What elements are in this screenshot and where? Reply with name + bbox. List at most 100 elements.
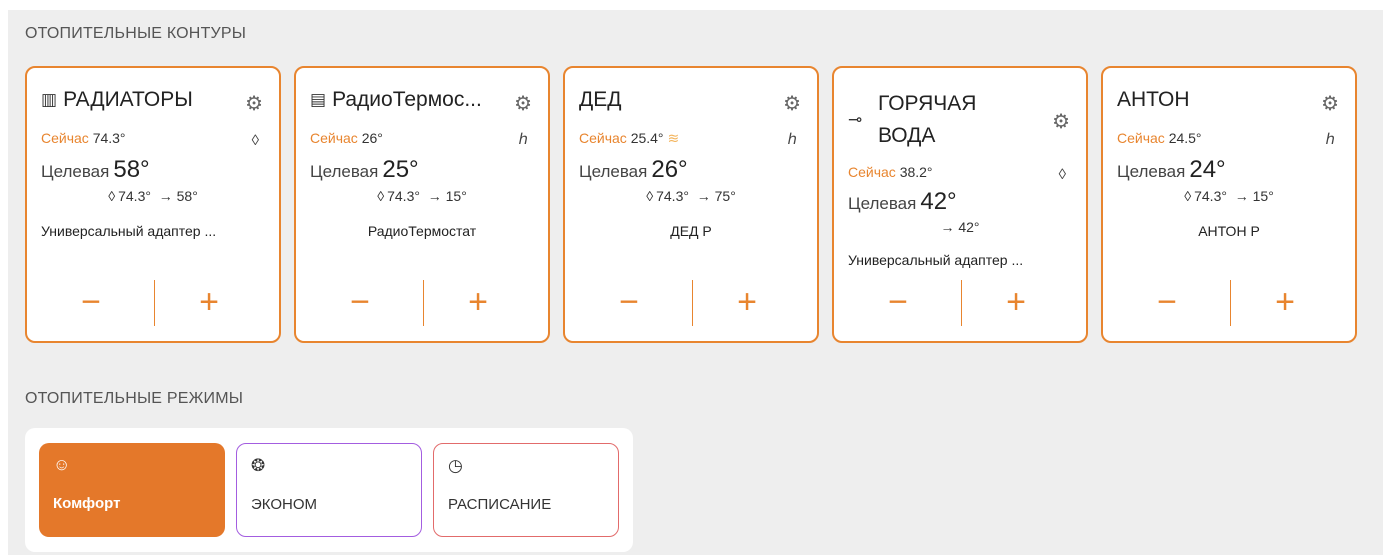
- gear-icon[interactable]: ⚙: [514, 94, 532, 114]
- drop-icon: ◊: [108, 188, 116, 204]
- faucet-icon: ⊸: [848, 110, 863, 129]
- current-temp: Сейчас 38.2°: [848, 164, 933, 180]
- heating-icon: ≋: [667, 130, 680, 146]
- mode-schedule-button[interactable]: ◷ РАСПИСАНИЕ: [433, 443, 619, 537]
- drop-icon: ◊: [377, 188, 385, 204]
- target-value: 42°: [920, 188, 957, 215]
- target-value: 58°: [113, 156, 150, 183]
- target-label: Целевая: [310, 162, 379, 181]
- drop-icon: ◊: [646, 188, 654, 204]
- mode-comfort-button[interactable]: ☺ Комфорт: [39, 443, 225, 537]
- circuits-section-title: ОТОПИТЕЛЬНЫЕ КОНТУРЫ: [25, 25, 247, 42]
- now-label: Сейчас: [1117, 130, 1165, 146]
- target-temp: Целевая 25°: [310, 156, 419, 184]
- target-value: 26°: [651, 156, 688, 183]
- circuit-title: ▤ РадиоТермос...: [310, 88, 482, 112]
- target-value: 25°: [382, 156, 419, 183]
- now-label: Сейчас: [848, 164, 896, 180]
- increase-button[interactable]: +: [169, 280, 249, 328]
- supply-target: → 75°: [696, 188, 736, 204]
- now-value: 24.5°: [1168, 130, 1202, 146]
- decrease-button[interactable]: −: [320, 280, 400, 328]
- supply-actual: 74.3°: [118, 188, 151, 204]
- gear-icon[interactable]: ⚙: [245, 94, 263, 114]
- decrease-button[interactable]: −: [1127, 280, 1207, 328]
- gear-icon[interactable]: ⚙: [1052, 112, 1070, 132]
- current-temp: Сейчас 26°: [310, 130, 383, 146]
- supply-temps: ◊ 74.3° → 15°: [1103, 188, 1355, 204]
- source-name: АНТОН Р: [1198, 223, 1260, 239]
- circuit-card-radiators[interactable]: ▥ РАДИАТОРЫ ⚙ Сейчас 74.3° ◊ Целевая 58° ◊…: [25, 66, 281, 343]
- supply-target: → 15°: [1234, 188, 1274, 204]
- target-temp: Целевая 26°: [579, 156, 688, 184]
- source-name: Универсальный адаптер ...: [848, 252, 1024, 268]
- circuit-card-radiothermostat[interactable]: ▤ РадиоТермос... ⚙ Сейчас 26° ℎ Целевая 25…: [294, 66, 550, 343]
- divider: [154, 280, 155, 326]
- circuit-title-text: РадиоТермос...: [332, 88, 482, 111]
- divider: [423, 280, 424, 326]
- source-name: Универсальный адаптер ...: [41, 223, 217, 239]
- target-label: Целевая: [41, 162, 110, 181]
- circuit-title-text: АНТОН: [1117, 88, 1190, 111]
- target-value: 24°: [1189, 156, 1226, 183]
- circuit-title: ДЕД: [579, 88, 621, 112]
- now-label: Сейчас: [579, 130, 627, 146]
- decrease-button[interactable]: −: [858, 280, 938, 328]
- target-temp: Целевая 24°: [1117, 156, 1226, 184]
- increase-button[interactable]: +: [976, 280, 1056, 328]
- thermostat-icon: ▤: [310, 90, 327, 109]
- circuit-title: ▥ РАДИАТОРЫ: [41, 88, 193, 112]
- drop-icon: ◊: [251, 132, 259, 149]
- circuit-card-ded[interactable]: ДЕД ⚙ Сейчас 25.4° ≋ ℎ Целевая 26° ◊ 74.3° …: [563, 66, 819, 343]
- increase-button[interactable]: +: [438, 280, 518, 328]
- target-label: Целевая: [848, 194, 917, 213]
- clock-icon: ◷: [448, 456, 463, 475]
- current-temp: Сейчас 74.3°: [41, 130, 126, 146]
- now-value: 25.4°: [630, 130, 664, 146]
- decrease-button[interactable]: −: [589, 280, 669, 328]
- circuit-title: АНТОН: [1117, 88, 1190, 112]
- mode-label: РАСПИСАНИЕ: [448, 496, 552, 513]
- now-label: Сейчас: [41, 130, 89, 146]
- source-name: ДЕД Р: [670, 223, 712, 239]
- supply-temps: ◊ 74.3° → 15°: [296, 188, 548, 204]
- circuit-title-text: ДЕД: [579, 88, 622, 111]
- supply-target: → 15°: [427, 188, 467, 204]
- radiator-icon: ▥: [41, 90, 58, 109]
- current-temp: Сейчас 25.4° ≋: [579, 130, 679, 147]
- now-label: Сейчас: [310, 130, 358, 146]
- now-value: 26°: [361, 130, 383, 146]
- now-value: 74.3°: [92, 130, 126, 146]
- decrease-button[interactable]: −: [51, 280, 131, 328]
- divider: [961, 280, 962, 326]
- increase-button[interactable]: +: [1245, 280, 1325, 328]
- drop-icon: ◊: [1184, 188, 1192, 204]
- gear-icon[interactable]: ⚙: [1321, 94, 1339, 114]
- current-temp: Сейчас 24.5°: [1117, 130, 1202, 146]
- increase-button[interactable]: +: [707, 280, 787, 328]
- supply-actual: 74.3°: [656, 188, 689, 204]
- schedule-mode-icon: ℎ: [787, 131, 797, 148]
- supply-temps: ◊ 74.3° → 75°: [565, 188, 817, 204]
- circuit-title-text: РАДИАТОРЫ: [63, 88, 193, 111]
- supply-target: → 58°: [158, 188, 198, 204]
- circuit-title: ГОРЯЧАЯ ВОДА: [878, 92, 977, 147]
- target-label: Целевая: [579, 162, 648, 181]
- target-label: Целевая: [1117, 162, 1186, 181]
- target-temp: Целевая 58°: [41, 156, 150, 184]
- drop-icon: ◊: [1058, 166, 1066, 183]
- mode-econom-button[interactable]: ❂ ЭКОНОМ: [236, 443, 422, 537]
- modes-container: ☺ Комфорт ❂ ЭКОНОМ ◷ РАСПИСАНИЕ: [25, 428, 633, 552]
- gear-icon[interactable]: ⚙: [783, 94, 801, 114]
- modes-section-title: ОТОПИТЕЛЬНЫЕ РЕЖИМЫ: [25, 390, 244, 407]
- now-value: 38.2°: [899, 164, 933, 180]
- schedule-mode-icon: ℎ: [1325, 131, 1335, 148]
- supply-actual: 74.3°: [387, 188, 420, 204]
- supply-temps: ◊ 74.3° → 58°: [27, 188, 279, 204]
- divider: [1230, 280, 1231, 326]
- mode-label: ЭКОНОМ: [251, 496, 318, 513]
- circuit-card-anton[interactable]: АНТОН ⚙ Сейчас 24.5° ℎ Целевая 24° ◊ 74.3°…: [1101, 66, 1357, 343]
- mode-label: Комфорт: [53, 495, 121, 512]
- supply-temps: → 42°: [834, 219, 1086, 235]
- circuit-card-hot-water[interactable]: ⊸ ГОРЯЧАЯ ВОДА ⚙ Сейчас 38.2° ◊ Целевая 4…: [832, 66, 1088, 343]
